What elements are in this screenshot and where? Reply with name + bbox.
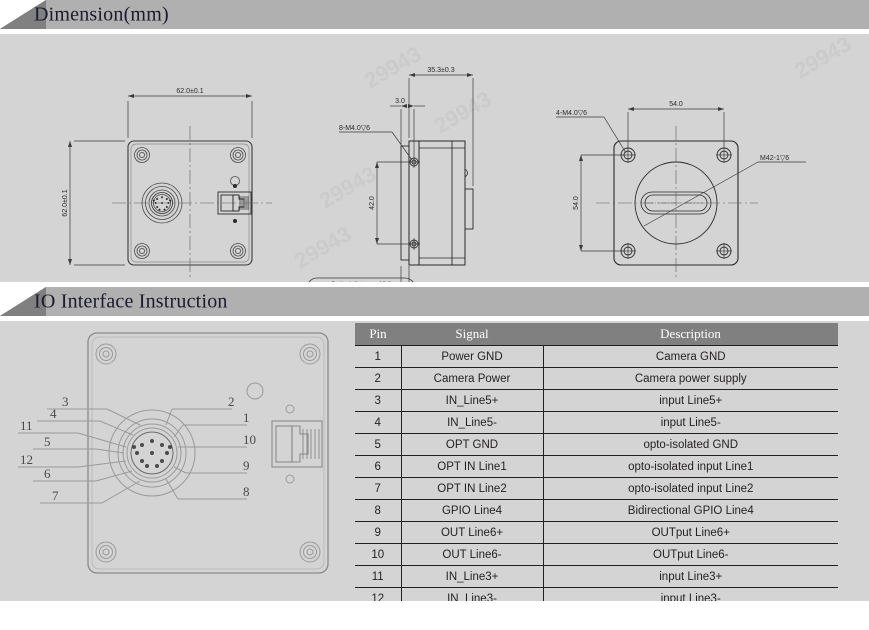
table-row: 9 OUT Line6+ OUTput Line6+: [355, 521, 838, 544]
table-row: 2 Camera Power Camera power supply: [355, 367, 838, 390]
side-view-pitch-dim: 42.0: [369, 196, 376, 210]
side-view-depth-dim: 35.3±0.3: [427, 67, 454, 74]
io-connector-svg: 3 4 11 5 12 6 7 2 1 10 9 8: [18, 332, 329, 574]
front-view-width-dim: 54.0: [669, 101, 683, 108]
pin-callout-1: 1: [243, 410, 250, 425]
cell-signal: OPT IN Line2: [401, 477, 544, 500]
pin-table-body: 1 Power GND Camera GND 2 Camera Power Camera …: [355, 345, 838, 601]
dimension-drawings-svg: 29943 29943 29943 29943 29943 62.0±0.1 6…: [62, 34, 855, 282]
pin-callout-5: 5: [44, 434, 51, 449]
table-row: 8 GPIO Line4 Bidirectional GPIO Line4: [355, 499, 838, 522]
table-row: 5 OPT GND opto-isolated GND: [355, 433, 838, 456]
pin-callout-2: 2: [228, 394, 235, 409]
watermark: 29943: [360, 41, 425, 93]
cell-signal: OUT Line6+: [401, 521, 544, 544]
cell-pin: 7: [355, 477, 402, 500]
cell-description: input Line5-: [543, 411, 838, 434]
section-title-dimension: Dimension(mm): [34, 3, 169, 25]
cell-description: input Line5+: [543, 389, 838, 412]
cell-signal: GPIO Line4: [401, 499, 544, 522]
cell-signal: Power GND: [401, 345, 544, 368]
table-row: 10 OUT Line6- OUTput Line6-: [355, 543, 838, 566]
cell-description: opto-isolated input Line2: [543, 477, 838, 500]
table-row: 11 IN_Line3+ input Line3+: [355, 565, 838, 588]
cell-pin: 9: [355, 521, 402, 544]
section-title-io: IO Interface Instruction: [34, 290, 228, 312]
cell-pin: 6: [355, 455, 402, 478]
watermark: 29943: [790, 34, 855, 83]
cell-description: input Line3-: [543, 587, 838, 601]
pin-callout-7: 7: [52, 488, 59, 503]
cell-description: opto-isolated GND: [543, 433, 838, 456]
watermark: 29943: [430, 86, 495, 138]
pin-callout-12: 12: [20, 452, 33, 467]
cell-description: OUTput Line6-: [543, 543, 838, 566]
table-row: 1 Power GND Camera GND: [355, 345, 838, 368]
cell-pin: 3: [355, 389, 402, 412]
io-interface-panel: 3 4 11 5 12 6 7 2 1 10 9 8 Pin Signal De…: [0, 321, 869, 601]
front-view-drawing: 54.0 54.0 4-M4.0▽6 M42-1▽6: [556, 101, 806, 280]
pin-assignment-table: Pin Signal Description 1 Power GND Camera …: [355, 323, 838, 601]
pin-table-container: Pin Signal Description 1 Power GND Camera …: [355, 323, 838, 601]
pin-callout-8: 8: [243, 484, 250, 499]
pin-callout-3: 3: [62, 394, 69, 409]
rear-view-width-dim: 62.0±0.1: [176, 88, 203, 95]
pin-callout-10: 10: [243, 432, 256, 447]
cell-signal: OPT IN Line1: [401, 455, 544, 478]
pin-callout-4: 4: [50, 406, 57, 421]
cell-description: OUTput Line6+: [543, 521, 838, 544]
side-view-screw-callout: 8-M4.0▽6: [339, 125, 370, 132]
watermark: 29943: [290, 221, 355, 273]
front-view-height-dim: 54.0: [573, 196, 580, 210]
cell-pin: 10: [355, 543, 402, 566]
column-header-signal: Signal: [401, 323, 543, 346]
table-row: 6 OPT IN Line1 opto-isolated input Line1: [355, 455, 838, 478]
cell-description: input Line3+: [543, 565, 838, 588]
cell-signal: IN_Line5+: [401, 389, 544, 412]
pin-callout-9: 9: [243, 458, 250, 473]
cell-signal: IN_Line3+: [401, 565, 544, 588]
cell-signal: IN_Line3-: [401, 587, 544, 601]
cell-pin: 4: [355, 411, 402, 434]
cell-pin: 5: [355, 433, 402, 456]
table-row: 4 IN_Line5- input Line5-: [355, 411, 838, 434]
cell-signal: IN_Line5-: [401, 411, 544, 434]
table-header-row: Pin Signal Description: [355, 323, 838, 346]
note-line-1: Optical distance 12.0: [331, 281, 392, 282]
rear-view-drawing: 62.0±0.1 62.0±0.1: [62, 88, 272, 280]
dimension-drawings-panel: 29943 29943 29943 29943 29943 62.0±0.1 6…: [0, 34, 869, 282]
cell-pin: 12: [355, 587, 402, 601]
section-header-dimension: Dimension(mm): [0, 0, 869, 29]
table-row: 3 IN_Line5+ input Line5+: [355, 389, 838, 412]
optical-distance-note: Optical distance 12.0 Mechanical FB12.0±…: [308, 277, 414, 282]
side-view-offset-dim: 3.0: [395, 98, 405, 105]
cell-description: Camera power supply: [543, 367, 838, 390]
table-row: 12 IN_Line3- input Line3-: [355, 587, 838, 601]
cell-signal: Camera Power: [401, 367, 544, 390]
front-view-mount-callout: M42-1▽6: [760, 155, 789, 162]
front-view-screw-callout: 4-M4.0▽6: [556, 110, 587, 117]
cell-description: Camera GND: [543, 345, 838, 368]
column-header-pin: Pin: [355, 323, 401, 346]
cell-pin: 8: [355, 499, 402, 522]
cell-pin: 1: [355, 345, 402, 368]
column-header-description: Description: [543, 323, 838, 346]
section-header-io: IO Interface Instruction: [0, 287, 869, 316]
cell-signal: OUT Line6-: [401, 543, 544, 566]
cell-signal: OPT GND: [401, 433, 544, 456]
cell-description: opto-isolated input Line1: [543, 455, 838, 478]
pin-callout-11: 11: [20, 418, 33, 433]
cell-pin: 11: [355, 565, 402, 588]
cell-pin: 2: [355, 367, 402, 390]
table-row: 7 OPT IN Line2 opto-isolated input Line2: [355, 477, 838, 500]
rear-view-height-dim: 62.0±0.1: [62, 189, 69, 216]
pin-callout-6: 6: [44, 466, 51, 481]
io-connector-diagram: 3 4 11 5 12 6 7 2 1 10 9 8: [0, 321, 348, 601]
cell-description: Bidirectional GPIO Line4: [543, 499, 838, 522]
